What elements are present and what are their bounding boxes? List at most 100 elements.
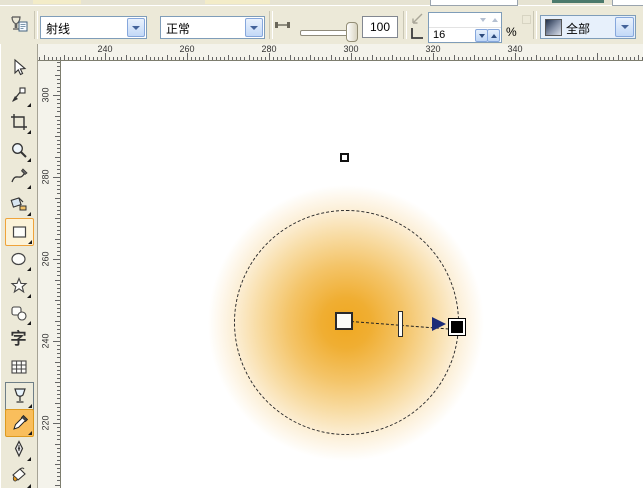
chevron-down-icon[interactable]: [127, 18, 145, 37]
ruler-tick: [305, 57, 307, 60]
ruler-tick: [625, 57, 627, 60]
ruler-tick: [392, 55, 393, 60]
ruler-tick: [383, 57, 385, 60]
flyout-indicator: [28, 240, 32, 244]
ruler-tick: [55, 74, 60, 76]
tool-crop[interactable]: [5, 109, 32, 135]
ruler-tick: [57, 455, 60, 457]
tool-interactive-transparency[interactable]: [5, 382, 34, 410]
ruler-tick: [129, 57, 131, 60]
tool-zoom[interactable]: [5, 137, 32, 163]
ruler-tick: [211, 57, 213, 60]
ruler-tick: [57, 127, 60, 129]
transparency-start-handle[interactable]: [335, 312, 353, 330]
dark-gradient-swatch-icon: [545, 19, 562, 36]
tool-basic-shapes[interactable]: [5, 300, 32, 326]
ruler-tick: [53, 177, 60, 178]
ruler-tick: [367, 57, 369, 60]
ruler-tick: [57, 62, 60, 64]
spin-up-button[interactable]: [487, 29, 500, 42]
tool-outline-pen[interactable]: [5, 436, 32, 462]
wine-glass-with-panel-icon: [11, 16, 28, 32]
ruler-tick: [51, 57, 53, 60]
ruler-tick: [273, 57, 275, 60]
ruler-tick: [57, 324, 60, 326]
ruler-tick: [57, 353, 60, 355]
chevron-down-icon[interactable]: [245, 18, 263, 37]
ruler-tick: [543, 57, 545, 60]
transparency-operation-value: 正常: [166, 22, 191, 36]
pick-arrow-icon: [13, 58, 26, 76]
slider-thumb[interactable]: [346, 22, 358, 42]
transparency-target-dropdown[interactable]: 全部: [540, 15, 636, 39]
transparency-midpoint-handle[interactable]: [398, 311, 403, 337]
flyout-indicator: [27, 457, 31, 461]
chevron-down-icon[interactable]: [615, 17, 634, 37]
midpoint-value-input[interactable]: 100: [362, 16, 398, 38]
midpoint-slider-icon: [274, 18, 292, 32]
ruler-tick: [92, 57, 94, 60]
ruler-tick: [80, 57, 82, 60]
ruler-tick: [556, 55, 557, 60]
tool-shape[interactable]: [5, 82, 32, 108]
ruler-tick: [57, 283, 60, 285]
left-ruler[interactable]: 300 280 260 240 220: [38, 61, 61, 488]
tool-table[interactable]: [5, 354, 32, 380]
ruler-tick: [338, 57, 340, 60]
ruler-tick: [57, 82, 60, 84]
toolbox: 字: [0, 44, 38, 488]
edge-pad-input[interactable]: 16: [429, 28, 501, 42]
eyedropper-icon: [12, 414, 28, 430]
ruler-tick: [248, 55, 250, 60]
transparency-end-handle[interactable]: [448, 318, 466, 336]
tool-smart-fill[interactable]: [5, 191, 32, 217]
ruler-tick: [57, 308, 60, 310]
ruler-tick: [326, 57, 328, 60]
freehand-curve-icon: [10, 168, 28, 183]
transparency-type-dropdown[interactable]: 射线: [40, 16, 147, 39]
tool-ellipse[interactable]: [5, 246, 32, 272]
transparency-type-value: 射线: [46, 22, 71, 36]
ruler-tick: [53, 95, 60, 96]
tool-text[interactable]: 字: [5, 327, 32, 353]
top-ruler[interactable]: 240 260 280 300 320 340: [38, 44, 643, 61]
drawing-canvas[interactable]: [61, 61, 643, 488]
ruler-tick: [465, 57, 467, 60]
separator: [533, 11, 537, 39]
ruler-tick: [252, 57, 254, 60]
rectangle-icon: [12, 226, 26, 238]
ellipse-icon: [10, 252, 26, 266]
clipped-box: [552, 0, 604, 3]
ruler-tick: [420, 57, 422, 60]
flyout-indicator: [27, 130, 31, 134]
tool-rectangle[interactable]: [5, 218, 34, 246]
edit-transparency-button[interactable]: [7, 13, 31, 37]
tool-eyedropper[interactable]: [5, 409, 34, 437]
ruler-tick: [57, 295, 60, 297]
ruler-tick: [629, 57, 631, 60]
tool-freehand[interactable]: [5, 164, 32, 190]
ruler-tick: [301, 57, 303, 60]
tool-pick[interactable]: [5, 55, 32, 81]
ruler-tick: [57, 275, 60, 277]
angle-input[interactable]: [429, 13, 501, 28]
node-marker[interactable]: [340, 153, 349, 162]
ruler-tick: [547, 57, 549, 60]
ruler-tick: [244, 57, 246, 60]
ruler-tick: [195, 57, 197, 60]
ruler-tick: [57, 267, 60, 269]
transparency-operation-dropdown[interactable]: 正常: [160, 16, 265, 39]
ruler-tick: [412, 55, 414, 60]
ruler-tick: [68, 57, 70, 60]
ruler-tick: [57, 66, 60, 68]
ruler-tick: [57, 451, 60, 453]
ruler-tick: [277, 57, 279, 60]
ruler-tick: [57, 250, 60, 252]
smart-fill-icon: [10, 197, 26, 211]
ruler-tick: [351, 53, 352, 60]
text-icon: 字: [10, 331, 27, 348]
tool-polygon[interactable]: [5, 273, 32, 299]
ruler-tick: [178, 57, 180, 60]
tool-fill[interactable]: [5, 463, 32, 488]
flyout-indicator: [27, 158, 31, 162]
